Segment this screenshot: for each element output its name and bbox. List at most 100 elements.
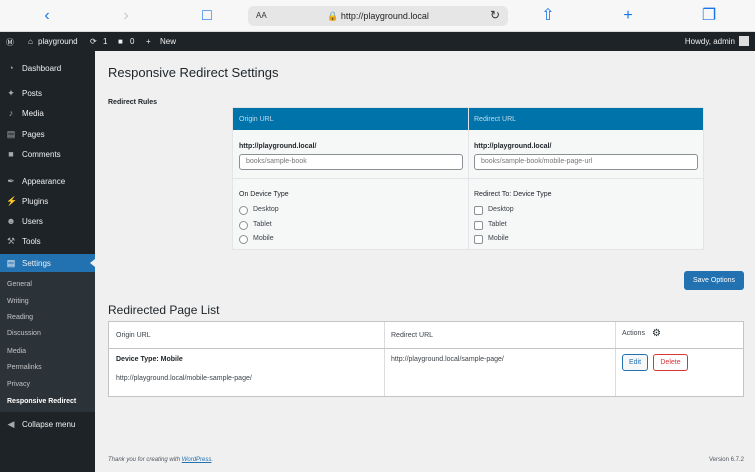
device-mobile-label: Mobile — [253, 235, 274, 242]
address-bar[interactable]: AA 🔒 http://playground.local ↻ — [248, 6, 508, 26]
plugin-icon: ⚡ — [6, 196, 18, 206]
forward-icon[interactable]: › — [115, 6, 137, 26]
gear-icon[interactable]: ⚙ — [652, 328, 661, 339]
collapse-menu-button[interactable]: ◀ Collapse menu — [0, 415, 95, 433]
origin-url-header: Origin URL — [239, 116, 274, 123]
admin-sidebar: ◔ Dashboard ✦ Posts ♪ Media ▤ Pages ■ Co… — [0, 51, 95, 472]
column-header-actions: Actions — [622, 330, 645, 337]
sidebar-item-media[interactable]: ♪ Media — [0, 104, 95, 122]
sidebar-item-tools[interactable]: ⚒ Tools — [0, 232, 95, 250]
redirect-rules-table: Origin URL Redirect URL http://playgroun… — [232, 107, 704, 250]
account-greeting[interactable]: Howdy, admin — [685, 37, 735, 46]
users-icon: ☻ — [6, 216, 16, 226]
comments-count[interactable]: 0 — [130, 37, 134, 46]
device-tablet-radio[interactable] — [239, 221, 248, 230]
sidebar-item-label: Plugins — [22, 197, 49, 206]
redirect-tablet-label: Tablet — [488, 221, 507, 228]
new-content-link[interactable]: New — [160, 37, 176, 46]
row-origin-url: http://playground.local/mobile-sample-pa… — [116, 375, 252, 382]
device-tablet-label: Tablet — [253, 221, 272, 228]
active-indicator — [90, 259, 95, 267]
submenu-item-general[interactable]: General — [7, 281, 32, 288]
delete-button[interactable]: Delete — [653, 354, 688, 371]
redirect-path-input[interactable]: books/sample-book/mobile-page-url — [474, 154, 698, 170]
device-desktop-radio[interactable] — [239, 206, 248, 215]
device-desktop-label: Desktop — [253, 206, 279, 213]
bookmarks-icon[interactable]: □ — [196, 6, 218, 26]
header-divider — [109, 348, 743, 349]
avatar[interactable] — [739, 36, 749, 46]
sidebar-item-label: Users — [22, 217, 43, 226]
edit-button[interactable]: Edit — [622, 354, 648, 371]
comments-icon: ■ — [8, 149, 14, 159]
page-title: Responsive Redirect Settings — [108, 65, 279, 80]
reload-icon[interactable]: ↻ — [490, 8, 500, 22]
submenu-item-media[interactable]: Media — [7, 348, 26, 355]
tabs-icon[interactable]: ❐ — [698, 6, 720, 26]
redirect-desktop-checkbox[interactable] — [474, 206, 483, 215]
column-divider — [615, 322, 616, 396]
footer-version: Version 6.7.2 — [708, 457, 744, 463]
settings-submenu: General Writing Reading Discussion Media… — [0, 272, 95, 412]
sidebar-item-label: Settings — [22, 259, 51, 268]
wordpress-link[interactable]: WordPress — [182, 457, 212, 463]
back-icon[interactable]: ‹ — [36, 6, 58, 26]
submenu-item-privacy[interactable]: Privacy — [7, 381, 30, 388]
collapse-icon: ◀ — [7, 419, 15, 429]
collapse-menu-label: Collapse menu — [22, 420, 76, 429]
lock-icon: 🔒 — [327, 11, 339, 21]
sidebar-item-pages[interactable]: ▤ Pages — [0, 125, 95, 143]
redirected-list-title: Redirected Page List — [108, 303, 220, 317]
redirect-mobile-checkbox[interactable] — [474, 235, 483, 244]
sidebar-item-appearance[interactable]: ✒ Appearance — [0, 172, 95, 190]
redirect-device-type-label: Redirect To: Device Type — [474, 191, 552, 198]
column-header-origin: Origin URL — [116, 332, 151, 339]
footer-thanks-end: . — [211, 457, 214, 463]
comments-icon[interactable]: ■ — [118, 37, 123, 46]
new-tab-icon[interactable]: + — [617, 6, 639, 26]
save-options-button[interactable]: Save Options — [684, 271, 744, 290]
site-name-link[interactable]: playground — [38, 37, 78, 46]
sidebar-item-posts[interactable]: ✦ Posts — [0, 84, 95, 102]
sidebar-item-label: Pages — [22, 130, 45, 139]
column-header-redirect: Redirect URL — [391, 332, 434, 339]
home-icon[interactable]: ⌂ — [28, 37, 33, 46]
brush-icon: ✒ — [7, 176, 15, 186]
share-icon[interactable]: ⇧ — [537, 6, 559, 26]
url-text: http://playground.local — [340, 11, 429, 21]
submenu-item-responsive-redirect[interactable]: Responsive Redirect — [7, 398, 76, 405]
sidebar-item-label: Media — [22, 109, 44, 118]
redirected-page-table: Origin URL Redirect URL Actions ⚙ Device… — [108, 321, 744, 397]
sidebar-item-users[interactable]: ☻ Users — [0, 212, 95, 230]
submenu-item-discussion[interactable]: Discussion — [7, 330, 41, 337]
row-device-type: Device Type: Mobile — [116, 356, 183, 363]
redirect-rules-label: Redirect Rules — [108, 99, 158, 106]
origin-path-input[interactable]: books/sample-book — [239, 154, 463, 170]
sidebar-item-settings[interactable]: ▤ Settings — [0, 254, 95, 272]
sidebar-item-comments[interactable]: ■ Comments — [0, 145, 95, 163]
media-icon: ♪ — [8, 108, 14, 118]
plus-icon[interactable]: + — [146, 37, 151, 46]
device-mobile-radio[interactable] — [239, 235, 248, 244]
updates-count[interactable]: 1 — [103, 37, 107, 46]
row-redirect-url: http://playground.local/sample-page/ — [391, 356, 504, 363]
row-divider — [233, 178, 703, 179]
redirect-base-url: http://playground.local/ — [474, 143, 552, 150]
sidebar-item-plugins[interactable]: ⚡ Plugins — [0, 192, 95, 210]
sidebar-item-label: Dashboard — [22, 64, 62, 73]
sidebar-item-dashboard[interactable]: ◔ Dashboard — [0, 59, 95, 77]
submenu-item-permalinks[interactable]: Permalinks — [7, 364, 42, 371]
sidebar-item-label: Appearance — [22, 177, 66, 186]
redirect-tablet-checkbox[interactable] — [474, 221, 483, 230]
footer-thanks-text: Thank you for creating with — [108, 457, 181, 463]
wrench-icon: ⚒ — [6, 236, 16, 246]
dashboard-icon: ◔ — [8, 63, 14, 73]
submenu-item-writing[interactable]: Writing — [7, 298, 29, 305]
redirect-desktop-label: Desktop — [488, 206, 514, 213]
submenu-item-reading[interactable]: Reading — [7, 314, 33, 321]
footer-credit: Thank you for creating with WordPress. — [108, 457, 213, 463]
device-type-label: On Device Type — [239, 191, 289, 198]
redirect-mobile-label: Mobile — [488, 235, 509, 242]
wordpress-logo-icon[interactable]: Ⓜ — [6, 37, 14, 48]
updates-icon[interactable]: ⟳ — [90, 37, 97, 46]
